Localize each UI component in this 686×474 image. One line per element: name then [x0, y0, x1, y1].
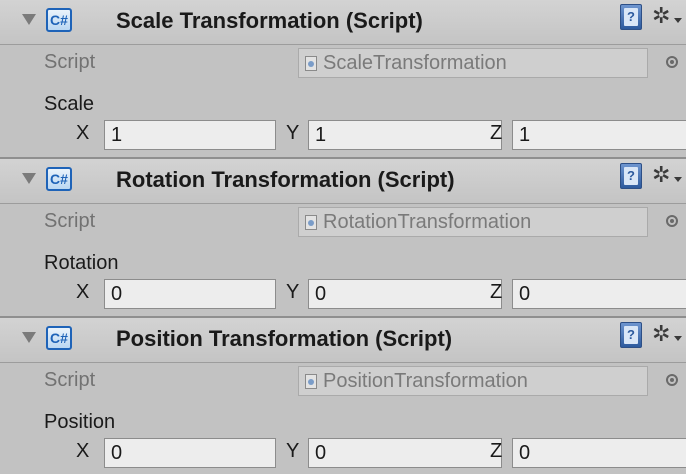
foldout-arrow-icon[interactable]	[22, 332, 36, 343]
csharp-script-icon: C#	[46, 8, 72, 32]
position-z-input[interactable]: 0	[512, 438, 686, 468]
x-axis-label[interactable]: X	[76, 278, 89, 306]
scale-transformation-component: C# Scale Transformation (Script) ? ✲ Scr…	[0, 0, 686, 156]
scale-z-input[interactable]: 1	[512, 120, 686, 150]
help-book-icon[interactable]: ?	[620, 163, 642, 189]
rotation-transformation-component: C# Rotation Transformation (Script) ? ✲ …	[0, 159, 686, 315]
z-axis-label[interactable]: Z	[490, 278, 502, 306]
rotation-x-input[interactable]: 0	[104, 279, 276, 309]
component-title: Scale Transformation (Script)	[116, 8, 423, 33]
script-name: ScaleTransformation	[323, 52, 507, 74]
csharp-script-icon: C#	[46, 326, 72, 350]
script-label: Script	[44, 51, 96, 73]
x-axis-label[interactable]: X	[76, 437, 89, 465]
foldout-arrow-icon[interactable]	[22, 173, 36, 184]
y-axis-label[interactable]: Y	[286, 278, 299, 306]
help-book-icon[interactable]: ?	[620, 4, 642, 30]
object-picker-icon[interactable]	[666, 56, 678, 68]
script-name: PositionTransformation	[323, 370, 528, 392]
gear-icon[interactable]: ✲	[652, 320, 682, 350]
position-transformation-component: C# Position Transformation (Script) ? ✲ …	[0, 318, 686, 474]
help-book-icon[interactable]: ?	[620, 322, 642, 348]
component-title: Rotation Transformation (Script)	[116, 167, 455, 192]
object-picker-icon[interactable]	[666, 215, 678, 227]
scale-x-input[interactable]: 1	[104, 120, 276, 150]
gear-icon[interactable]: ✲	[652, 161, 682, 191]
script-file-icon	[305, 374, 317, 389]
position-y-input[interactable]: 0	[308, 438, 502, 468]
rotation-z-input[interactable]: 0	[512, 279, 686, 309]
z-axis-label[interactable]: Z	[490, 119, 502, 147]
script-file-icon	[305, 215, 317, 230]
rotation-y-input[interactable]: 0	[308, 279, 502, 309]
component-header[interactable]: C# Scale Transformation (Script) ? ✲	[0, 0, 686, 45]
component-header[interactable]: C# Rotation Transformation (Script) ? ✲	[0, 159, 686, 204]
component-header[interactable]: C# Position Transformation (Script) ? ✲	[0, 318, 686, 363]
rotation-label: Rotation	[44, 252, 119, 274]
script-reference-field[interactable]: PositionTransformation	[298, 366, 648, 396]
script-label: Script	[44, 210, 96, 232]
y-axis-label[interactable]: Y	[286, 119, 299, 147]
z-axis-label[interactable]: Z	[490, 437, 502, 465]
script-name: RotationTransformation	[323, 211, 532, 233]
position-label: Position	[44, 411, 116, 433]
script-reference-field[interactable]: RotationTransformation	[298, 207, 648, 237]
inspector-panel: C# Scale Transformation (Script) ? ✲ Scr…	[0, 0, 686, 474]
position-x-input[interactable]: 0	[104, 438, 276, 468]
script-label: Script	[44, 369, 96, 391]
x-axis-label[interactable]: X	[76, 119, 89, 147]
scale-label: Scale	[44, 93, 95, 115]
script-file-icon	[305, 56, 317, 71]
gear-icon[interactable]: ✲	[652, 2, 682, 32]
object-picker-icon[interactable]	[666, 374, 678, 386]
foldout-arrow-icon[interactable]	[22, 14, 36, 25]
component-title: Position Transformation (Script)	[116, 326, 453, 351]
csharp-script-icon: C#	[46, 167, 72, 191]
y-axis-label[interactable]: Y	[286, 437, 299, 465]
scale-y-input[interactable]: 1	[308, 120, 502, 150]
script-reference-field[interactable]: ScaleTransformation	[298, 48, 648, 78]
